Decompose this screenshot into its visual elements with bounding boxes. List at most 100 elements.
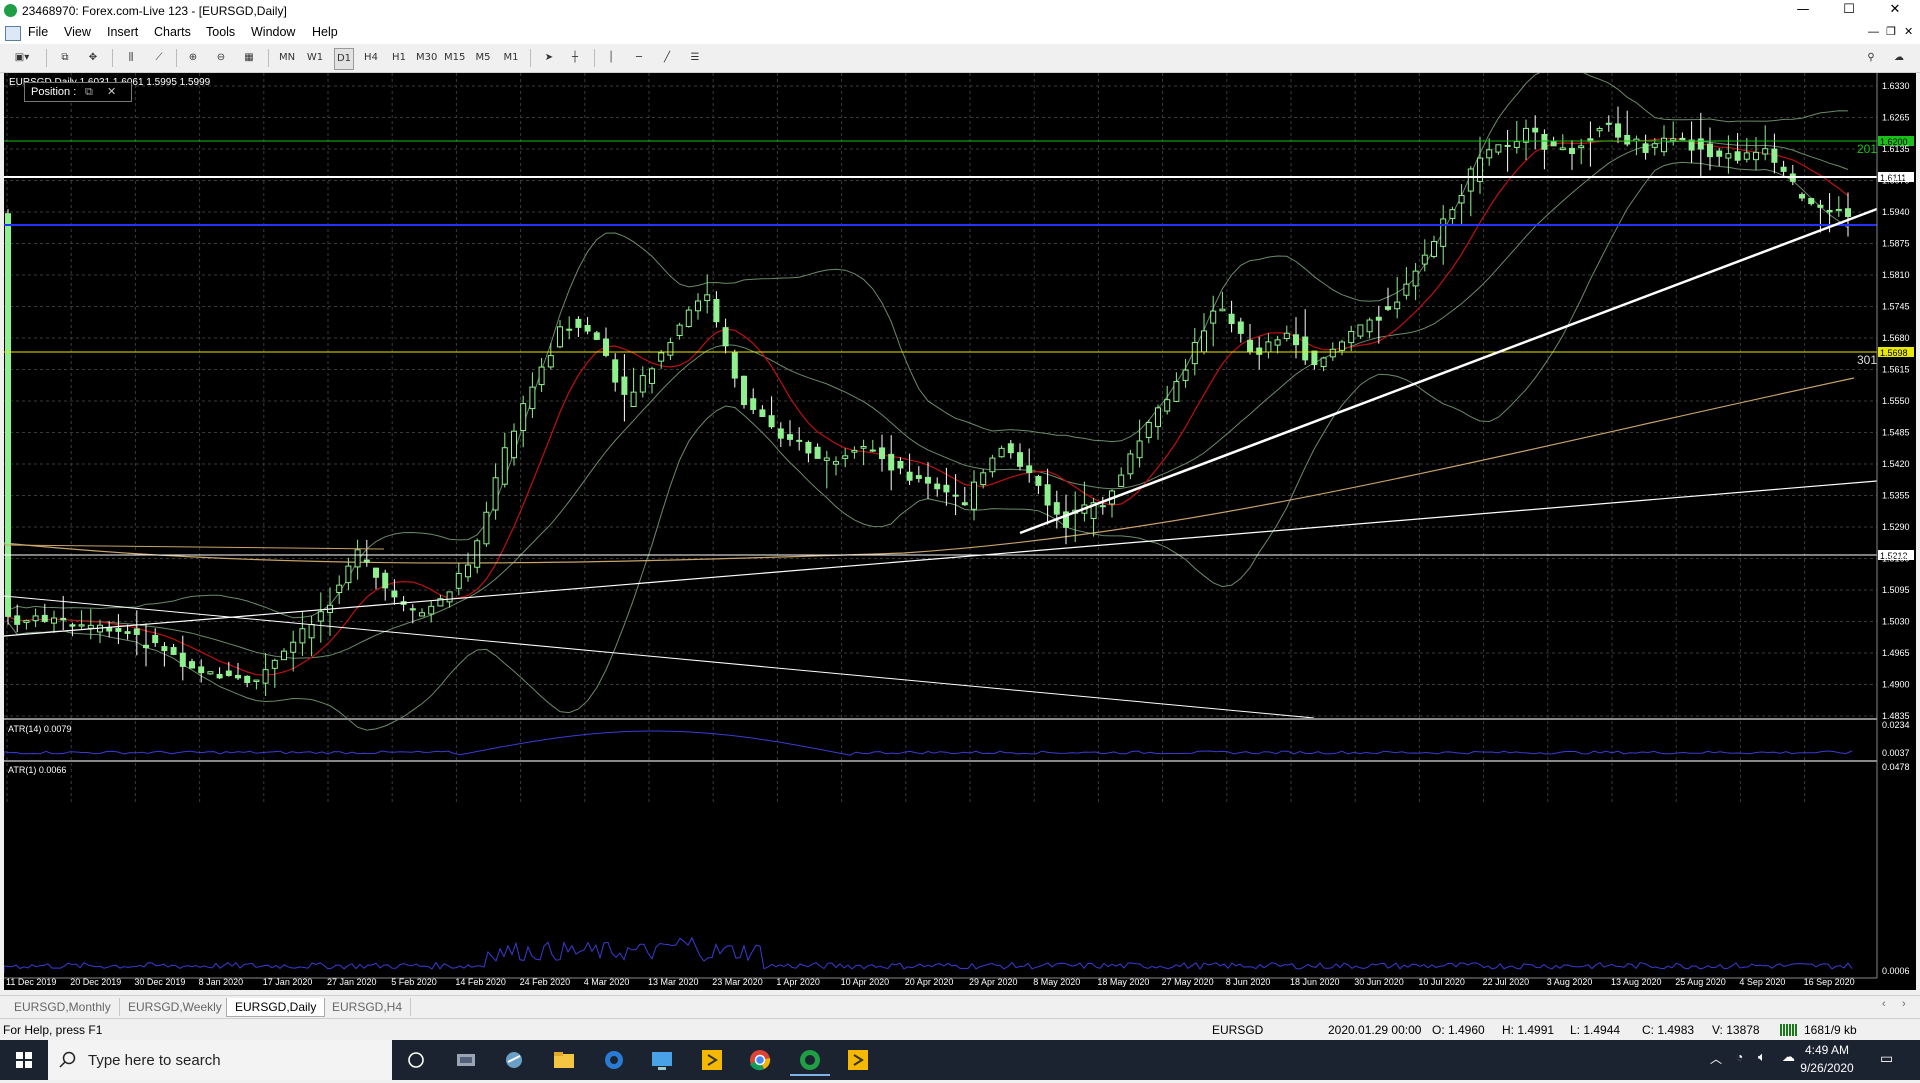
file-explorer-icon[interactable] — [544, 1044, 584, 1076]
app-yellow-icon[interactable] — [692, 1044, 732, 1076]
menu-file[interactable]: File — [28, 25, 48, 39]
candle-body — [906, 471, 913, 481]
start-button[interactable] — [0, 1040, 48, 1080]
menu-tools[interactable]: Tools — [206, 25, 235, 39]
menu-window[interactable]: Window — [251, 25, 295, 39]
moving-average-slow — [3, 377, 1855, 564]
candle-body — [777, 428, 784, 439]
crosshair-icon[interactable]: ┼ — [566, 48, 584, 68]
candle-body — [750, 398, 757, 410]
menu-view[interactable]: View — [64, 25, 91, 39]
candle-body — [1357, 324, 1364, 337]
tab-eursgd-daily[interactable]: EURSGD,Daily — [226, 998, 326, 1017]
remote-desktop-icon[interactable] — [642, 1044, 682, 1076]
zoom-out-icon[interactable]: ⊖ — [212, 48, 230, 68]
app-pin-icon[interactable] — [494, 1044, 534, 1076]
timeframe-m15[interactable]: M15 — [444, 48, 465, 68]
trendline-icon[interactable]: ╱ — [658, 48, 676, 68]
volume-icon[interactable]: 🔈︎ — [1758, 1049, 1766, 1065]
timeframe-d1[interactable]: D1 — [334, 48, 354, 70]
maximize-button[interactable]: ☐ — [1826, 0, 1872, 22]
candle-body — [685, 309, 692, 327]
search-icon[interactable]: ⚲ — [1862, 48, 1880, 68]
candlesticks-icon[interactable]: ⫼ — [122, 48, 140, 68]
price-tick-label: 1.5095 — [1882, 585, 1910, 595]
mdi-minimize-button[interactable]: — — [1868, 26, 1879, 38]
timeframe-w1[interactable]: W1 — [306, 48, 324, 68]
profiles-icon[interactable]: ⧉ — [56, 48, 74, 68]
chart-window[interactable]: 1.6200 1.6111 1.5698 1.5212 201 301 ATR(14) 0… — [3, 65, 1916, 990]
close-icon[interactable]: ✕ — [107, 83, 116, 101]
app-yellow-2-icon[interactable] — [838, 1044, 878, 1076]
timeframe-h1[interactable]: H1 — [390, 48, 408, 68]
candle-body — [943, 484, 950, 493]
minimize-button[interactable]: — — [1780, 0, 1826, 22]
candle-body — [271, 659, 278, 669]
candle-body — [336, 584, 343, 593]
timeframe-m5[interactable]: M5 — [474, 48, 492, 68]
cursor-icon[interactable]: ➤ — [540, 48, 558, 68]
forex-app-icon[interactable] — [790, 1044, 830, 1076]
candle-body — [1532, 127, 1539, 133]
menu-charts[interactable]: Charts — [154, 25, 191, 39]
tab-scroll-left-icon[interactable]: ‹ — [1882, 998, 1886, 1010]
chrome-icon[interactable] — [740, 1044, 780, 1076]
channel-icon[interactable]: ☰ — [686, 48, 704, 68]
timeframe-mn[interactable]: MN — [278, 48, 296, 68]
clock-date[interactable]: 9/26/2020 — [1792, 1061, 1862, 1075]
taskbar-search[interactable]: Type here to search — [48, 1040, 392, 1080]
menu-help[interactable]: Help — [312, 25, 338, 39]
chat-icon[interactable]: ☁ — [1890, 48, 1908, 68]
candle-body — [189, 661, 195, 669]
tab-eursgd-monthly[interactable]: EURSGD,Monthly — [6, 998, 120, 1016]
tray-chevron-icon[interactable]: ︿ — [1710, 1050, 1722, 1067]
vertical-line-icon[interactable]: │ — [602, 48, 620, 68]
price-tick-label: 1.5875 — [1882, 239, 1910, 249]
task-view-icon[interactable] — [446, 1044, 486, 1076]
descending-trendline[interactable] — [3, 595, 1315, 719]
price-chart[interactable]: 1.62001.61111.56981.5212201301 ATR(14) 0… — [3, 65, 1916, 990]
wifi-icon[interactable]: ◔ — [1736, 1050, 1743, 1064]
candle-body — [501, 447, 508, 485]
mdi-restore-button[interactable]: ❐ — [1886, 25, 1896, 38]
timeframe-m1[interactable]: M1 — [502, 48, 520, 68]
candle-body — [1799, 194, 1805, 199]
candle-body — [1458, 194, 1465, 204]
cortana-icon[interactable] — [396, 1044, 436, 1076]
connection-bars-icon — [1780, 1024, 1798, 1036]
tile-windows-icon[interactable]: ▦ — [240, 48, 258, 68]
line-chart-icon[interactable]: ⟋ — [150, 48, 168, 68]
clock-time[interactable]: 4:49 AM — [1792, 1043, 1862, 1057]
atr14-line — [3, 730, 1853, 756]
atr1-line — [3, 936, 1853, 973]
status-open: O: 1.4960 — [1432, 1023, 1485, 1037]
candle-body — [1495, 144, 1502, 153]
candle-body — [1734, 151, 1741, 161]
tab-scroll-right-icon[interactable]: › — [1902, 998, 1906, 1010]
menu-insert[interactable]: Insert — [107, 25, 138, 39]
tab-eursgd-h4[interactable]: EURSGD,H4 — [324, 998, 412, 1016]
mdi-close-button[interactable]: ✕ — [1904, 25, 1913, 38]
notifications-icon[interactable]: ▭ — [1880, 1050, 1893, 1067]
horizontal-line-icon[interactable]: ─ — [630, 48, 648, 68]
atr14-tick: 0.0037 — [1882, 748, 1910, 758]
timeframe-m30[interactable]: M30 — [416, 48, 437, 68]
zoom-in-icon[interactable]: ⊕ — [184, 48, 202, 68]
candle-body — [511, 430, 517, 459]
candle-body — [621, 376, 628, 395]
support-trendline[interactable] — [1019, 207, 1878, 535]
candle-body — [1578, 145, 1585, 149]
candle-body — [1293, 334, 1299, 346]
chart-tabs: EURSGD,Monthly EURSGD,Weekly EURSGD,Dail… — [0, 995, 1920, 1018]
candle-body — [759, 409, 766, 418]
timeframe-h4[interactable]: H4 — [362, 48, 380, 68]
close-button[interactable]: ✕ — [1872, 0, 1918, 22]
edge-icon[interactable] — [594, 1044, 634, 1076]
tab-eursgd-weekly[interactable]: EURSGD,Weekly — [120, 998, 231, 1016]
position-panel[interactable]: Position : ⧉ ✕ — [24, 82, 132, 102]
popout-icon[interactable]: ⧉ — [85, 83, 93, 101]
candle-body — [1173, 381, 1180, 402]
new-chart-button[interactable]: ▣▾ — [8, 48, 36, 68]
crosshair-nav-icon[interactable]: ✥ — [84, 48, 102, 68]
price-tick-label: 1.6070 — [1882, 176, 1910, 186]
